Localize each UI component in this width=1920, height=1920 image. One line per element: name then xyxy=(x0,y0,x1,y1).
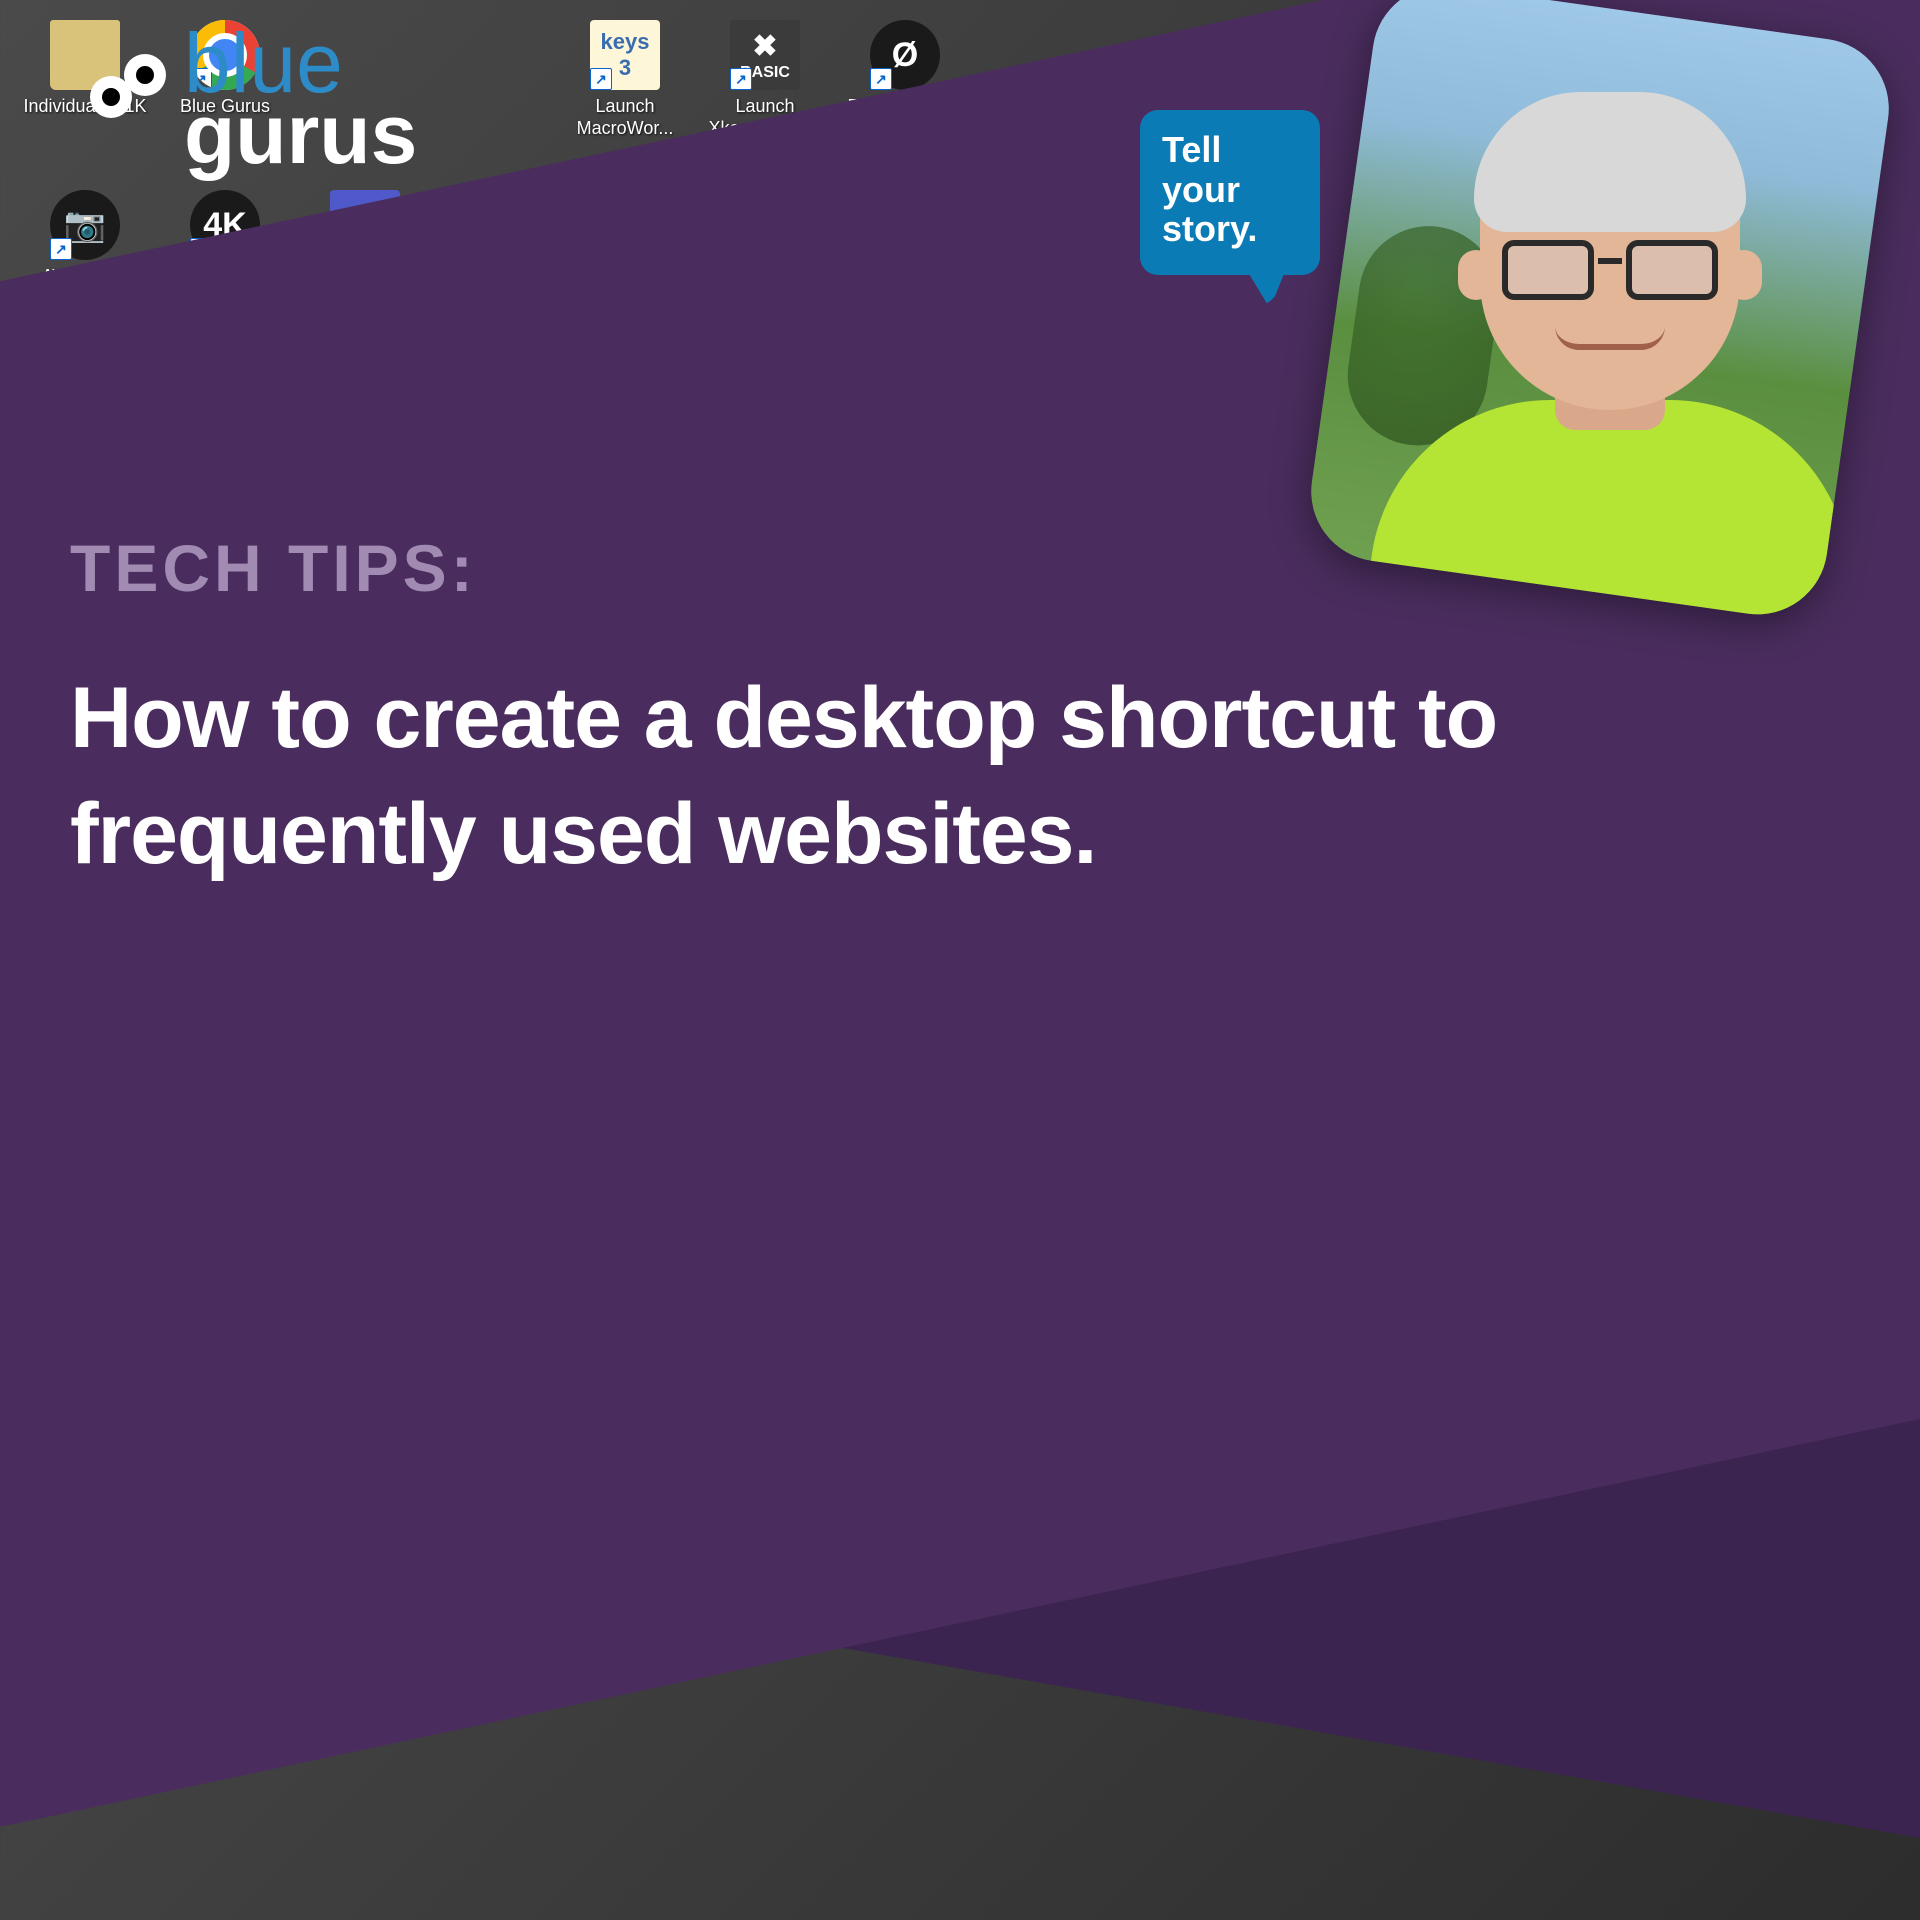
headline-text: How to create a desktop shortcut to freq… xyxy=(70,660,1770,892)
logo-eyes-icon xyxy=(90,54,180,144)
presenter-headshot xyxy=(1302,0,1898,623)
badge-line2: your xyxy=(1162,169,1240,210)
badge-line1: Tell xyxy=(1162,129,1221,170)
rode-icon: Ø↗ xyxy=(870,20,940,90)
subtitle-text: TECH TIPS: xyxy=(70,530,477,606)
badge-line3: story. xyxy=(1162,208,1257,249)
shortcut-arrow-icon: ↗ xyxy=(50,238,72,260)
desktop-icon-launch-macroworks[interactable]: keys3↗ Launch MacroWor... xyxy=(560,20,690,139)
tell-your-story-badge: Tell your story. xyxy=(1140,110,1320,275)
icon-label: Launch MacroWor... xyxy=(560,96,690,139)
macroworks-icon: keys3↗ xyxy=(590,20,660,90)
brand-logo: blue gurus xyxy=(90,28,417,171)
avermedia-icon: 📷↗ xyxy=(50,190,120,260)
logo-line2: gurus xyxy=(184,99,417,170)
logo-text: blue gurus xyxy=(184,28,417,171)
shortcut-arrow-icon: ↗ xyxy=(590,68,612,90)
shortcut-arrow-icon: ↗ xyxy=(870,68,892,90)
shortcut-arrow-icon: ↗ xyxy=(730,68,752,90)
xkeys-icon: ✖BASIC↗ xyxy=(730,20,800,90)
